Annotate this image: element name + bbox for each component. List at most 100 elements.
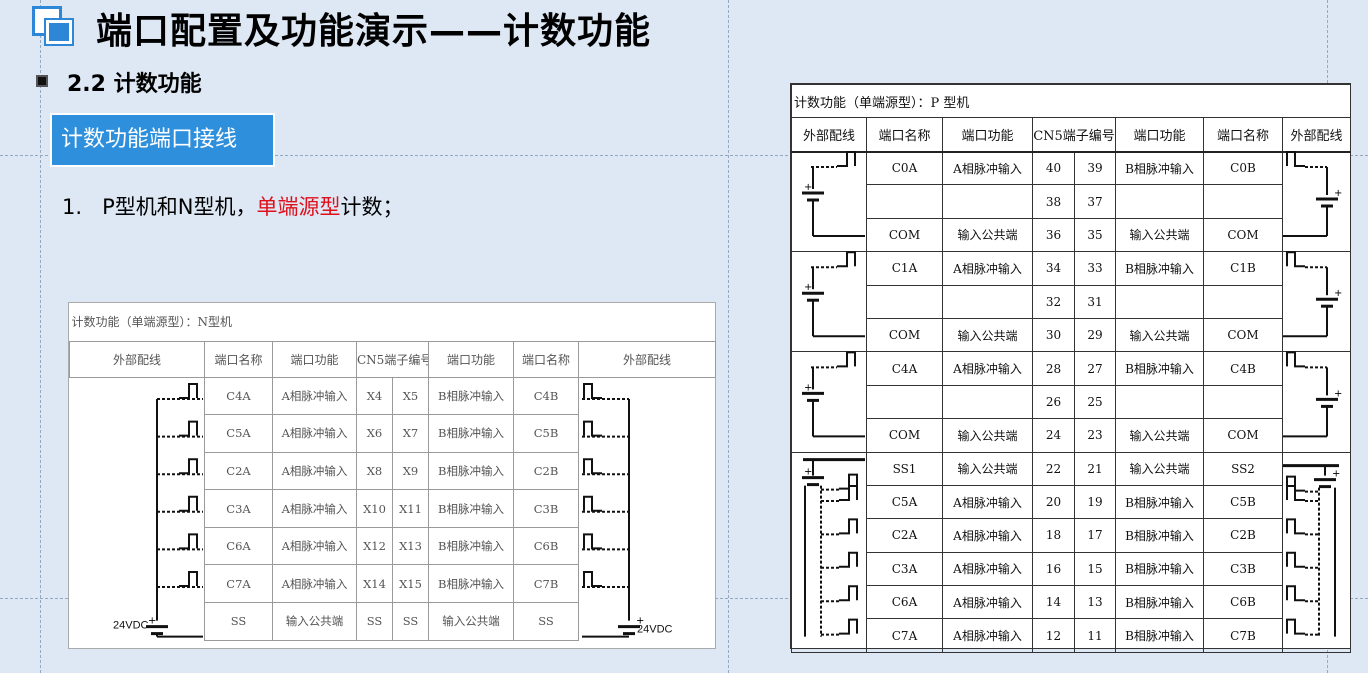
column-header: 外部配线 bbox=[577, 340, 717, 378]
sub-banner: 计数功能端口接线 bbox=[50, 113, 275, 167]
table-cell: C1B bbox=[1203, 251, 1283, 286]
table-cell bbox=[1115, 384, 1204, 420]
table-cell: 输入公共端 bbox=[942, 217, 1033, 253]
list-item-text: P型机和N型机， bbox=[102, 195, 257, 219]
wiring-cell-left bbox=[791, 150, 867, 253]
table-cell: C4A bbox=[204, 376, 273, 416]
table-cell: A相脉冲输入 bbox=[272, 451, 357, 491]
table-cell: 输入公共端 bbox=[1115, 317, 1204, 353]
page-title: 端口配置及功能演示——计数功能 bbox=[96, 11, 652, 52]
table-row: C2A A相脉冲输入 18 17 B相脉冲输入 C2B bbox=[792, 518, 1351, 553]
table-cell: X6 bbox=[356, 414, 393, 453]
n-table-caption: 计数功能（单端源型）：N型机 bbox=[69, 303, 716, 342]
table-cell: 输入公共端 bbox=[942, 418, 1033, 453]
n-type-wiring-table: 计数功能（单端源型）：N型机 外部配线 端口名称 端口功能 CN5端子编号 端口功能 端口… bbox=[68, 302, 717, 649]
table-row: C7A A相脉冲输入 12 11 B相脉冲输入 C7B bbox=[792, 618, 1351, 653]
table-cell: B相脉冲输入 bbox=[428, 489, 514, 528]
table-cell: B相脉冲输入 bbox=[428, 451, 514, 491]
table-cell: C5B bbox=[513, 414, 579, 453]
table-cell: 13 bbox=[1074, 585, 1116, 620]
table-cell: A相脉冲输入 bbox=[942, 518, 1033, 553]
table-cell: 输入公共端 bbox=[1115, 451, 1204, 486]
table-cell bbox=[1203, 384, 1283, 420]
table-cell: 14 bbox=[1032, 585, 1075, 620]
table-cell: 28 bbox=[1032, 351, 1075, 386]
two-squares-icon bbox=[32, 6, 74, 46]
table-cell: C3B bbox=[1203, 551, 1283, 587]
table-cell: C0B bbox=[1203, 150, 1283, 186]
wiring-cell-right bbox=[577, 377, 716, 641]
table-cell: 26 bbox=[1032, 384, 1075, 420]
list-item: 1. P型机和N型机，单端源型计数； bbox=[62, 191, 403, 221]
table-cell: 输入公共端 bbox=[428, 602, 514, 641]
table-cell bbox=[866, 184, 943, 219]
table-cell: 30 bbox=[1032, 317, 1075, 353]
table-cell: B相脉冲输入 bbox=[428, 564, 514, 604]
table-cell: C6B bbox=[1203, 585, 1283, 620]
p-type-wiring-table: 计数功能（单端源型）：P 型机 外部配线 端口名称 端口功能 CN5端子编号 端口功能端… bbox=[790, 83, 1352, 653]
column-header: CN5端子编号 bbox=[1032, 117, 1116, 153]
table-cell: SS bbox=[204, 602, 273, 641]
table-cell: C4B bbox=[513, 376, 579, 416]
table-cell: SS1 bbox=[866, 451, 943, 486]
table-cell: A相脉冲输入 bbox=[272, 376, 357, 416]
table-cell: 27 bbox=[1074, 351, 1116, 386]
table-cell: SS bbox=[392, 602, 429, 641]
table-cell bbox=[1115, 184, 1204, 219]
table-cell: C6A bbox=[866, 585, 943, 620]
table-cell: X15 bbox=[392, 564, 429, 604]
table-cell: C5A bbox=[866, 484, 943, 520]
wiring-cell-left bbox=[791, 251, 867, 353]
table-row: SS1 输入公共端 22 21 输入公共端 SS2 bbox=[791, 451, 1352, 653]
table-cell: C3A bbox=[866, 551, 943, 587]
table-row: COM 输入公共端 36 35 输入公共端 COM bbox=[792, 217, 1351, 253]
table-cell bbox=[942, 384, 1033, 420]
table-cell bbox=[866, 384, 943, 420]
table-row: C1A A相脉冲输入 34 33 B相脉冲输入 C1B bbox=[791, 251, 1352, 353]
table-cell: COM bbox=[1203, 317, 1283, 353]
table-cell: COM bbox=[866, 418, 943, 453]
column-header: 端口名称 bbox=[866, 117, 943, 153]
table-cell: 33 bbox=[1074, 251, 1116, 286]
table-cell: B相脉冲输入 bbox=[1115, 251, 1204, 286]
table-cell bbox=[942, 184, 1033, 219]
table-row: 38 37 bbox=[792, 184, 1351, 219]
table-cell: 12 bbox=[1032, 618, 1075, 653]
table-cell bbox=[1203, 284, 1283, 319]
table-cell: B相脉冲输入 bbox=[1115, 351, 1204, 386]
list-item-text-end: 计数； bbox=[340, 195, 404, 219]
table-cell: 17 bbox=[1074, 518, 1116, 553]
table-cell: COM bbox=[866, 217, 943, 253]
table-cell: B相脉冲输入 bbox=[1115, 585, 1204, 620]
table-cell: A相脉冲输入 bbox=[942, 150, 1033, 186]
table-cell: C4B bbox=[1203, 351, 1283, 386]
table-cell: 20 bbox=[1032, 484, 1075, 520]
table-cell: X8 bbox=[356, 451, 393, 491]
table-cell: B相脉冲输入 bbox=[1115, 518, 1204, 553]
p-table-caption: 计数功能（单端源型）：P 型机 bbox=[790, 84, 1352, 118]
table-cell: C6A bbox=[204, 526, 273, 566]
table-cell: C2B bbox=[1203, 518, 1283, 553]
wiring-cell-right bbox=[1281, 351, 1352, 453]
table-cell: 31 bbox=[1074, 284, 1116, 319]
table-row: COM 输入公共端 24 23 输入公共端 COM bbox=[792, 418, 1351, 453]
table-cell: C1A bbox=[866, 251, 943, 286]
table-cell: X10 bbox=[356, 489, 393, 528]
table-cell: B相脉冲输入 bbox=[428, 376, 514, 416]
wiring-cell-right bbox=[1281, 251, 1352, 353]
table-row: C4A A相脉冲输入 X4 X5 B相脉冲输入 C4B bbox=[69, 376, 716, 641]
table-cell: X9 bbox=[392, 451, 429, 491]
table-cell: C7A bbox=[204, 564, 273, 604]
column-header: 端口功能 bbox=[942, 117, 1033, 153]
table-cell: A相脉冲输入 bbox=[942, 618, 1033, 653]
table-row: C3A A相脉冲输入 16 15 B相脉冲输入 C3B bbox=[792, 551, 1351, 587]
table-cell: 36 bbox=[1032, 217, 1075, 253]
list-item-highlight: 单端源型 bbox=[256, 195, 341, 219]
table-cell: B相脉冲输入 bbox=[1115, 618, 1204, 653]
table-cell: A相脉冲输入 bbox=[942, 484, 1033, 520]
table-cell: X14 bbox=[356, 564, 393, 604]
table-cell: 15 bbox=[1074, 551, 1116, 587]
table-cell: 19 bbox=[1074, 484, 1116, 520]
table-row: 32 31 bbox=[792, 284, 1351, 319]
table-cell: C7B bbox=[1203, 618, 1283, 653]
